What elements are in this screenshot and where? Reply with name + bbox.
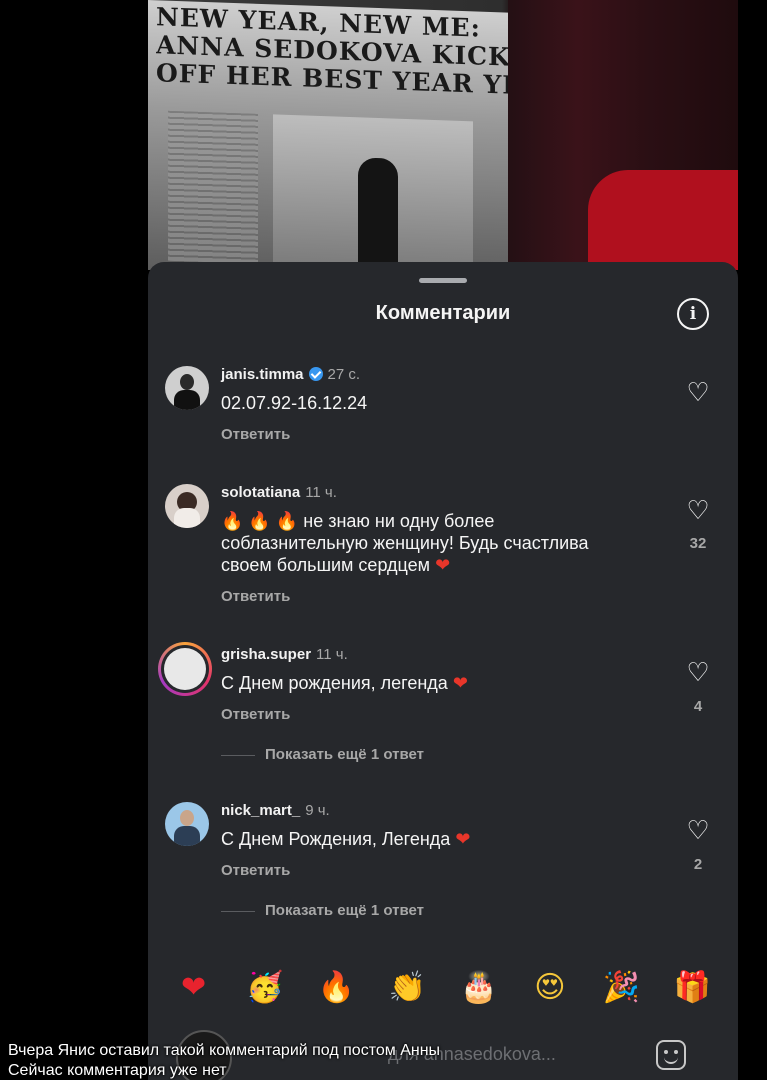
fire-emoji-icon[interactable]: 🔥 <box>315 966 357 1008</box>
info-circle-icon[interactable]: i <box>677 298 709 330</box>
comment-meta: grisha.super 11 ч. <box>221 646 348 663</box>
comment-username[interactable]: janis.timma <box>221 366 304 383</box>
like-count: 4 <box>693 698 703 715</box>
comment-time: 9 ч. <box>305 802 330 819</box>
comment-username[interactable]: grisha.super <box>221 646 311 663</box>
reply-button[interactable]: Ответить <box>221 862 290 879</box>
divider-line <box>221 754 255 756</box>
avatar[interactable] <box>165 484 209 528</box>
heart-eyes-emoji-icon[interactable]: 😍 <box>529 966 571 1008</box>
comment-text: 02.07.92-16.12.24 <box>221 393 368 413</box>
red-fabric <box>588 170 738 270</box>
clap-emoji-icon[interactable]: 👏 <box>386 966 428 1008</box>
verified-badge-icon <box>308 367 323 381</box>
comment-text-line: С Днем рождения, легенда <box>221 673 448 693</box>
comment-text-line: соблазнительную женщину! Будь счастлива <box>221 533 589 553</box>
fire-emoji-icon: 🔥 🔥 🔥 <box>221 511 299 531</box>
caption-overlay: Вчера Янис оставил такой комментарий под… <box>8 1041 628 1080</box>
like-count: 2 <box>693 856 703 873</box>
comment-time: 11 ч. <box>305 484 337 501</box>
sheet-drag-handle[interactable] <box>419 278 467 283</box>
show-more-label: Показать ещё 1 ответ <box>265 902 424 919</box>
comment-text-line: своем большим сердцем <box>221 555 431 575</box>
newspaper-figure <box>358 157 398 269</box>
sticker-icon[interactable] <box>656 1040 686 1070</box>
reply-button[interactable]: Ответить <box>221 588 290 605</box>
birthday-cake-emoji-icon[interactable]: 🎂 <box>458 966 500 1008</box>
red-heart-emoji-icon: ❤ <box>455 829 471 850</box>
newspaper-text-column <box>168 110 258 264</box>
like-count: 32 <box>689 535 707 552</box>
red-heart-emoji-icon: ❤ <box>452 673 468 694</box>
like-heart-icon[interactable]: ♡ <box>683 660 713 686</box>
comment-text: С Днем рождения, легенда ❤ <box>221 672 641 695</box>
comment-time: 11 ч. <box>316 646 348 663</box>
comment-meta: nick_mart_ 9 ч. <box>221 802 330 819</box>
sheet-title: Комментарии <box>375 302 511 324</box>
show-more-replies[interactable]: Показать ещё 1 ответ <box>221 746 424 763</box>
reply-button[interactable]: Ответить <box>221 706 290 723</box>
comment-username[interactable]: nick_mart_ <box>221 802 300 819</box>
comment-meta: solotatiana 11 ч. <box>221 484 337 501</box>
heart-emoji-icon[interactable]: ❤ <box>173 966 215 1008</box>
avatar[interactable] <box>165 366 209 410</box>
comment-text-line: не знаю ни одну более <box>303 511 495 531</box>
emoji-reaction-bar: ❤ 🥳 🔥 👏 🎂 😍 🎉 🎁 <box>148 962 738 1012</box>
newspaper-page: NEW YEAR, NEW ME: ANNA SEDOKOVA KICKS OF… <box>148 0 516 270</box>
red-heart-emoji-icon: ❤ <box>435 555 451 576</box>
comment-text: 🔥 🔥 🔥 не знаю ни одну более соблазнитель… <box>221 510 641 577</box>
caption-line: Сейчас комментария уже нет <box>8 1062 227 1079</box>
comment-text-line: С Днем Рождения, Легенда <box>221 829 451 849</box>
story-ring-avatar[interactable] <box>158 642 212 696</box>
show-more-replies[interactable]: Показать ещё 1 ответ <box>221 902 424 919</box>
like-heart-icon[interactable]: ♡ <box>683 818 713 844</box>
comment-time: 27 с. <box>327 366 361 383</box>
screenshot-stage: NEW YEAR, NEW ME: ANNA SEDOKOVA KICKS OF… <box>0 0 767 1080</box>
caption-line: Вчера Янис оставил такой комментарий под… <box>8 1042 441 1059</box>
reply-button[interactable]: Ответить <box>221 426 290 443</box>
divider-line <box>221 910 255 912</box>
party-popper-emoji-icon[interactable]: 🎉 <box>600 966 642 1008</box>
comments-sheet[interactable]: Комментарии i janis.timma 27 с. 02.07.92-… <box>148 262 738 1080</box>
gift-emoji-icon[interactable]: 🎁 <box>671 966 713 1008</box>
comment-text: С Днем Рождения, Легенда ❤ <box>221 828 641 851</box>
like-heart-icon[interactable]: ♡ <box>683 498 713 524</box>
comment-meta: janis.timma 27 с. <box>221 366 360 383</box>
post-image: NEW YEAR, NEW ME: ANNA SEDOKOVA KICKS OF… <box>148 0 738 270</box>
show-more-label: Показать ещё 1 ответ <box>265 746 424 763</box>
avatar[interactable] <box>165 802 209 846</box>
like-heart-icon[interactable]: ♡ <box>683 380 713 406</box>
party-face-emoji-icon[interactable]: 🥳 <box>244 966 286 1008</box>
comment-username[interactable]: solotatiana <box>221 484 300 501</box>
